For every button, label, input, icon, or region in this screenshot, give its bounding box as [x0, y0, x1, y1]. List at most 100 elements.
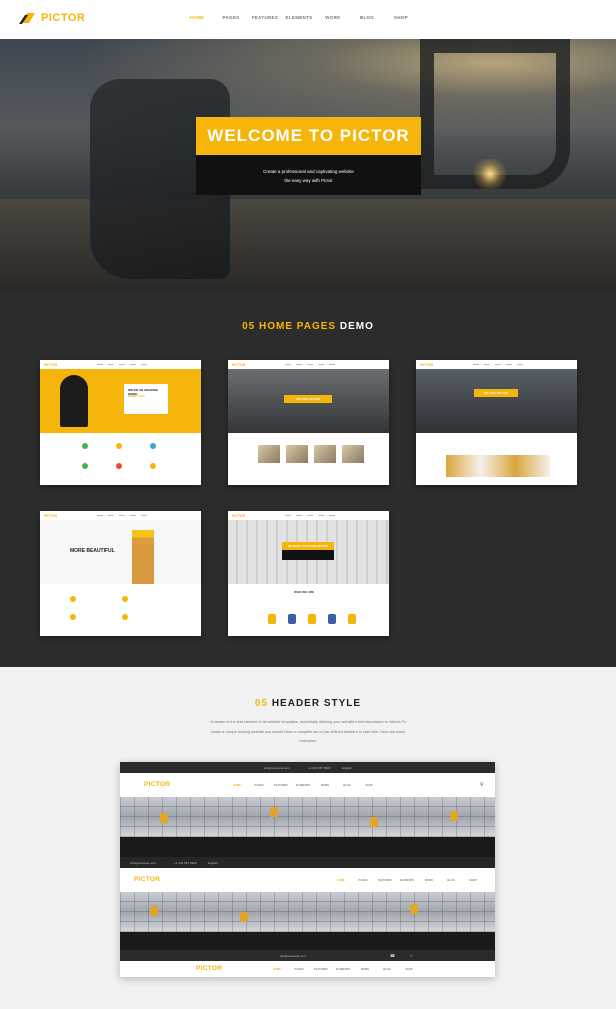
header1-logo: PICTOR — [144, 781, 171, 788]
worker-figure — [132, 530, 154, 584]
header1-menu-item[interactable]: FEATURES — [270, 784, 292, 787]
demo-thumbnail-5[interactable]: PICTOR WE MAKE YOUR HOME BETTER WHO WE A… — [228, 511, 389, 636]
header3-menu-item[interactable]: WORK — [354, 968, 376, 971]
thumb-banner-dark-bar — [282, 550, 334, 560]
header3-menu-item[interactable]: SHOP — [398, 968, 420, 971]
thumb-banner-text: MORE BEAUTIFUL — [70, 548, 115, 554]
toy-figure — [450, 811, 458, 821]
thumb-navbar: PICTOR — [40, 360, 201, 369]
menu-item-features[interactable]: FEATURES — [248, 15, 282, 20]
header2-topbar: info@example.com +1 234 567 8900 English — [120, 857, 495, 868]
header1-dark-strip — [120, 837, 495, 857]
header1-menu-item[interactable]: PAGES — [248, 784, 270, 787]
service-icon — [122, 614, 128, 620]
thumb-banner-badge: WE MAKE YOUR HOME BETTER — [282, 542, 334, 550]
header2-bar: PICTOR HOME PAGES FEATURES ELEMENTS WORK… — [120, 868, 495, 892]
header3-bar: PICTOR HOME PAGES FEATURES ELEMENTS WORK… — [120, 961, 495, 977]
toy-figure — [160, 813, 168, 823]
header2-language: English — [208, 861, 218, 865]
worker-figure — [288, 614, 296, 624]
sun-glow — [470, 159, 510, 189]
thumb-navbar: PICTOR — [40, 511, 201, 520]
demo-thumbnail-2[interactable]: PICTOR WE ARE PICTOR — [228, 360, 389, 485]
thumb-banner: WE ARE PICTOR — [228, 369, 389, 433]
header3-logo: PICTOR — [196, 965, 223, 972]
pictor-logo-icon — [19, 11, 36, 25]
blueprint-banner-2 — [120, 892, 495, 932]
toy-figure — [150, 906, 158, 916]
header1-topbar: info@example.com +1 234 567 8900 English — [120, 762, 495, 773]
header1-menu-item[interactable]: HOME — [226, 784, 248, 787]
header3-menu-item[interactable]: FEATURES — [310, 968, 332, 971]
menu-item-pages[interactable]: PAGES — [214, 15, 248, 20]
header-style-title-highlight: 05 — [254, 698, 269, 709]
thumb-body — [416, 433, 577, 485]
toy-figure — [240, 912, 248, 922]
header2-menu-item[interactable]: ELEMENTS — [396, 879, 418, 882]
thumb-banner: WE MAKE YOUR HOME BETTER — [228, 520, 389, 584]
toy-figure — [410, 904, 418, 914]
phone-icon: ☎ — [390, 953, 395, 958]
demo-thumbnail-3[interactable]: PICTOR WE ARE PICTOR — [416, 360, 577, 485]
blueprint-grid — [120, 797, 495, 837]
thumb-navbar: PICTOR — [416, 360, 577, 369]
header2-menu-item[interactable]: BLOG — [440, 879, 462, 882]
demo-thumbnail-4[interactable]: PICTOR MORE BEAUTIFUL — [40, 511, 201, 636]
menu-item-elements[interactable]: ELEMENTS — [282, 15, 316, 20]
thumb-team-photo — [446, 455, 550, 477]
header1-phone: +1 234 567 8900 — [308, 766, 331, 770]
thumb-card: WE DO AN AMAZING WORK EVERY DAY — [124, 384, 168, 414]
thumb-logo: PICTOR — [44, 362, 58, 367]
thumb-menu — [97, 363, 148, 366]
service-icon — [70, 614, 76, 620]
header2-logo: PICTOR — [134, 876, 161, 883]
worker-figure — [268, 614, 276, 624]
service-icon — [116, 443, 122, 449]
header2-menu-item[interactable]: SHOP — [462, 879, 484, 882]
service-icon — [116, 463, 122, 469]
header-examples-preview: info@example.com +1 234 567 8900 English… — [120, 762, 495, 977]
thumb-logo: PICTOR — [232, 513, 246, 518]
worker-figure — [328, 614, 336, 624]
header2-menu-item[interactable]: WORK — [418, 879, 440, 882]
header1-email: info@example.com — [264, 766, 290, 770]
hero-subtitle-line-2: the easy way with Pictor — [284, 178, 333, 183]
header1-menu-item[interactable]: SHOP — [358, 784, 380, 787]
search-icon[interactable]: ⚲ — [480, 782, 484, 788]
brand-logo[interactable]: PICTOR — [19, 11, 85, 25]
menu-item-blog[interactable]: BLOG — [350, 15, 384, 20]
demo-thumbnail-1[interactable]: PICTOR WE DO AN AMAZING WORK EVERY DAY — [40, 360, 201, 485]
header2-email: info@example.com — [130, 861, 156, 865]
header1-menu-item[interactable]: ELEMENTS — [292, 784, 314, 787]
menu-item-work[interactable]: WORK — [316, 15, 350, 20]
header2-menu-item[interactable]: PAGES — [352, 879, 374, 882]
thumb-banner: MORE BEAUTIFUL — [40, 520, 201, 584]
header3-menu-item[interactable]: PAGES — [288, 968, 310, 971]
toy-figure — [370, 817, 378, 827]
blueprint-banner-1 — [120, 797, 495, 837]
demos-title: 05 HOME PAGES DEMO — [0, 321, 616, 332]
thumb-body: WHO WE ARE — [228, 584, 389, 636]
header3-menu-item[interactable]: HOME — [266, 968, 288, 971]
header2-menu-item[interactable]: HOME — [330, 879, 352, 882]
header3-menu-item[interactable]: BLOG — [376, 968, 398, 971]
header1-menu-item[interactable]: WORK — [314, 784, 336, 787]
header3-menu-item[interactable]: ELEMENTS — [332, 968, 354, 971]
thumb-navbar: PICTOR — [228, 511, 389, 520]
menu-item-shop[interactable]: SHOP — [384, 15, 418, 20]
menu-item-home[interactable]: HOME — [180, 15, 214, 20]
thumb-menu — [285, 514, 336, 517]
thumb-photo — [286, 445, 308, 463]
worker-figure — [308, 614, 316, 624]
thumb-body — [40, 433, 201, 485]
thumb-photo — [258, 445, 280, 463]
thumb-photo — [314, 445, 336, 463]
header1-menu-item[interactable]: BLOG — [336, 784, 358, 787]
cart-icon[interactable]: □ — [410, 953, 412, 958]
header-style-title-rest: HEADER STYLE — [268, 698, 362, 709]
header2-menu-item[interactable]: FEATURES — [374, 879, 396, 882]
header1-menu: HOME PAGES FEATURES ELEMENTS WORK BLOG S… — [226, 784, 380, 787]
service-icon — [150, 463, 156, 469]
brand-name: PICTOR — [41, 12, 86, 24]
blueprint-grid — [120, 892, 495, 932]
